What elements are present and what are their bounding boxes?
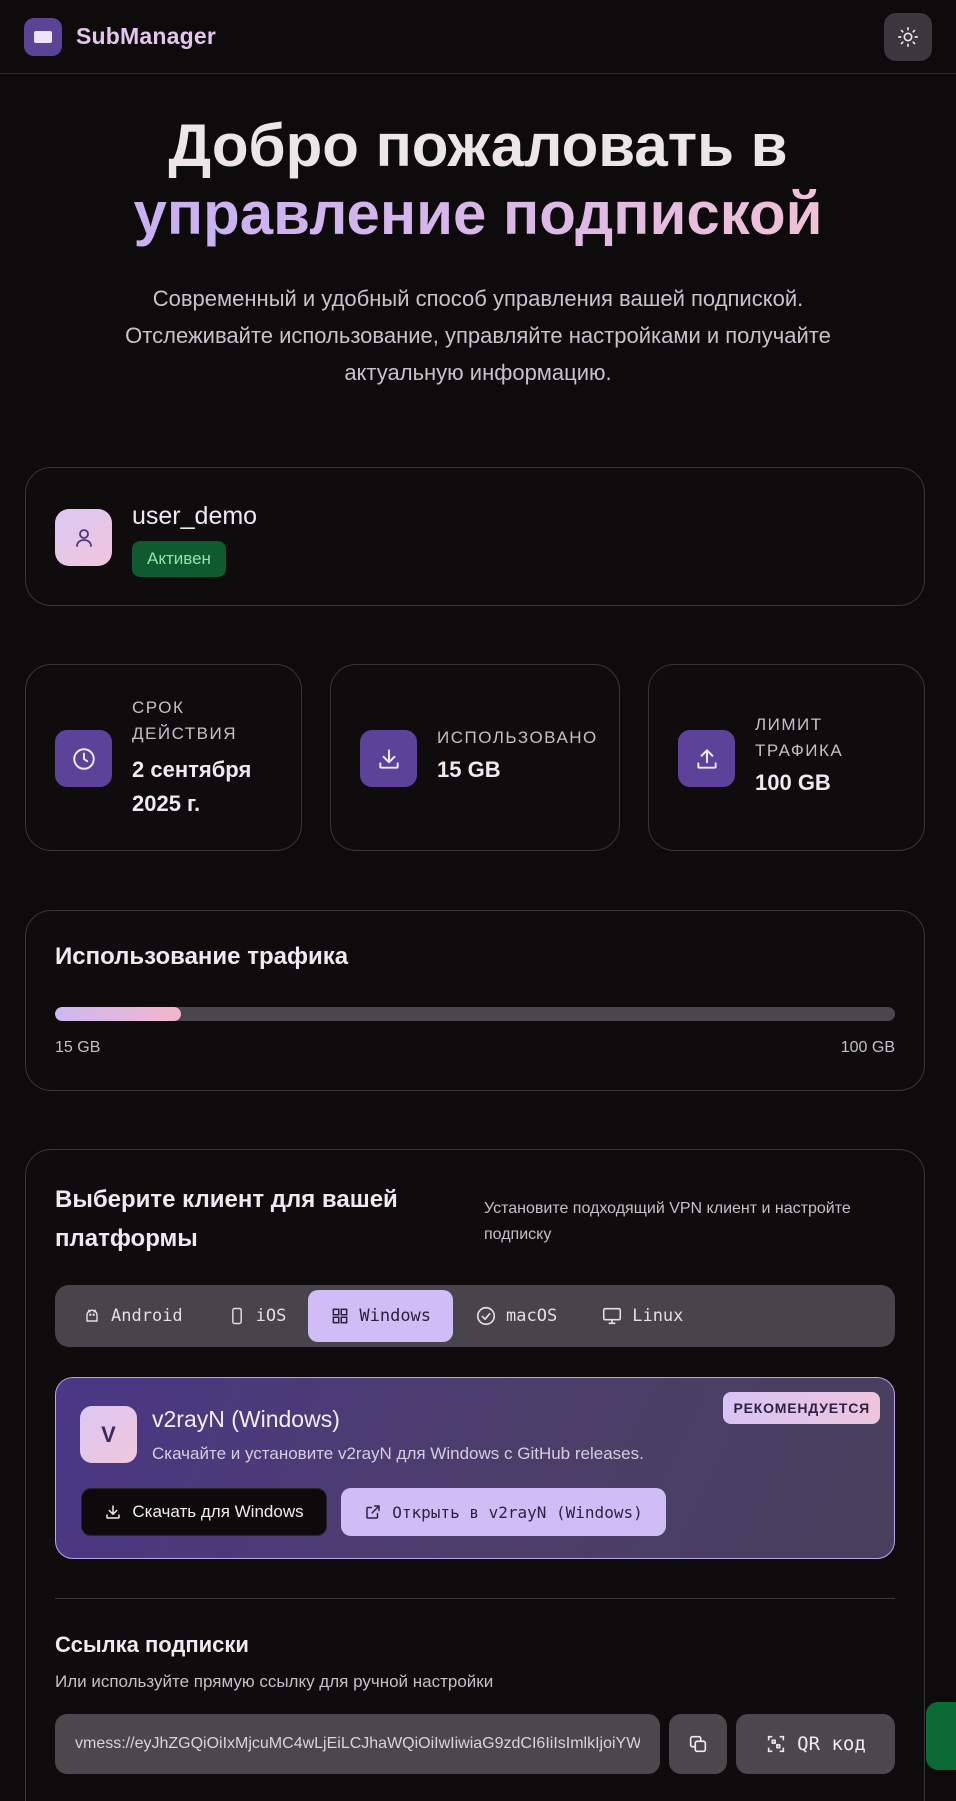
monitor-icon — [603, 1307, 622, 1325]
hero-title-line2: управление подпиской — [133, 180, 823, 247]
username: user_demo — [132, 502, 258, 530]
subscription-title: Ссылка подписки — [55, 1632, 249, 1657]
stat-card-used: Использовано 15 GB — [330, 664, 620, 851]
open-in-client-button[interactable]: Открыть в v2rayN (Windows) — [341, 1488, 666, 1536]
stat-label: Лимит трафика — [755, 715, 844, 760]
download-icon — [360, 730, 417, 787]
download-button[interactable]: Скачать для Windows — [81, 1488, 327, 1536]
stat-label: Использовано — [437, 728, 598, 747]
divider — [55, 1598, 895, 1599]
tab-label: Android — [111, 1306, 183, 1326]
android-icon — [86, 1309, 98, 1322]
external-link-icon — [366, 1505, 381, 1519]
tab-linux[interactable]: Linux — [579, 1290, 705, 1342]
copy-icon — [689, 1735, 707, 1753]
traffic-limit-label: 100 GB — [840, 1039, 895, 1056]
download-icon — [106, 1505, 121, 1519]
stat-value: 2 сентября 2025 г. — [132, 757, 252, 816]
tab-android[interactable]: Android — [60, 1290, 205, 1342]
hero-title: Добро пожаловать в управление подпиской — [0, 112, 956, 248]
traffic-progress-fill — [55, 1007, 181, 1021]
user-card: user_demo Активен — [25, 467, 925, 606]
stat-card-expiry: Срок действия 2 сентября 2025 г. — [25, 664, 302, 851]
subscription-link-field[interactable]: vmess://eyJhZGQiOiIxMjcuMC4wLjEiLCJhaWQi… — [55, 1714, 660, 1774]
selected-client-panel: V v2rayN (Windows) Скачайте и установите… — [55, 1377, 895, 1559]
client-section-title: Выберите клиент для вашей платформы — [55, 1186, 398, 1252]
client-section-description: Установите подходящий VPN клиент и настр… — [484, 1200, 851, 1243]
top-bar: SubManager — [0, 0, 956, 74]
sun-icon — [898, 26, 918, 47]
brand-name: SubManager — [76, 23, 217, 49]
client-name: v2rayN (Windows) — [152, 1406, 340, 1432]
check-circle-icon — [476, 1306, 496, 1326]
download-button-label: Скачать для Windows — [132, 1502, 304, 1521]
upload-icon — [678, 730, 735, 787]
brand[interactable]: SubManager — [24, 17, 217, 56]
windows-icon — [332, 1308, 348, 1324]
tab-ios[interactable]: iOS — [205, 1290, 309, 1342]
theme-toggle-button[interactable] — [884, 12, 932, 61]
status-badge: Активен — [132, 541, 226, 577]
subscription-link-text: vmess://eyJhZGQiOiIxMjcuMC4wLjEiLCJhaWQi… — [75, 1735, 640, 1752]
tab-label: macOS — [506, 1306, 558, 1326]
avatar — [55, 509, 112, 566]
stat-label: Срок действия — [132, 698, 238, 743]
stat-value: 15 GB — [437, 757, 501, 782]
side-support-button[interactable] — [926, 1702, 956, 1770]
traffic-title: Использование трафика — [55, 943, 349, 970]
logo-icon — [24, 17, 62, 56]
user-icon — [75, 528, 92, 547]
traffic-progress-bar — [55, 1007, 895, 1021]
subscription-hint: Или используйте прямую ссылку для ручной… — [55, 1672, 494, 1691]
qr-code-button[interactable]: QR код — [736, 1714, 895, 1774]
hero-title-line1: Добро пожаловать в — [168, 112, 788, 179]
client-card: Выберите клиент для вашей платформы Уста… — [25, 1149, 925, 1801]
qr-code-icon — [768, 1735, 785, 1753]
tab-label: Linux — [632, 1306, 684, 1326]
client-logo: V — [80, 1406, 137, 1463]
stat-card-limit: Лимит трафика 100 GB — [648, 664, 925, 851]
traffic-used-label: 15 GB — [55, 1039, 101, 1056]
qr-button-label: QR код — [797, 1733, 866, 1755]
tab-label: Windows — [359, 1306, 432, 1326]
traffic-card: Использование трафика 15 GB 100 GB — [25, 910, 925, 1091]
platform-tabs: Android iOS Windows macOS Linux — [55, 1285, 895, 1347]
clock-icon — [55, 730, 112, 787]
stat-value: 100 GB — [755, 770, 831, 795]
client-description: Скачайте и установите v2rayN для Windows… — [152, 1444, 644, 1463]
recommended-badge: РЕКОМЕНДУЕТСЯ — [723, 1392, 880, 1424]
hero-subtitle: Современный и удобный способ управления … — [125, 286, 831, 385]
open-button-label: Открыть в v2rayN (Windows) — [392, 1502, 643, 1522]
tab-label: iOS — [255, 1306, 287, 1326]
tab-macos[interactable]: macOS — [453, 1290, 579, 1342]
phone-icon — [231, 1307, 242, 1325]
copy-button[interactable] — [669, 1714, 727, 1774]
tab-windows[interactable]: Windows — [308, 1290, 454, 1342]
